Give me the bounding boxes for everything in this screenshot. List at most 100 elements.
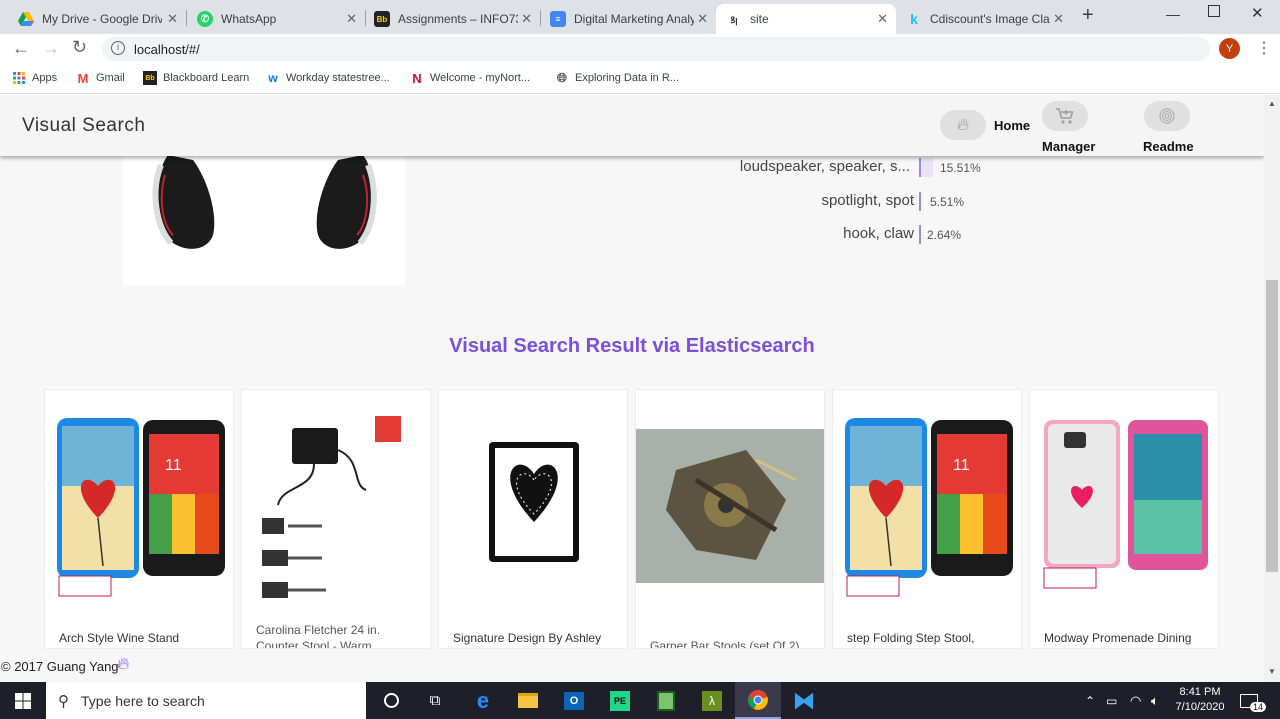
clock-time: 8:41 PM — [1179, 686, 1221, 698]
windows-start-button[interactable] — [0, 682, 46, 719]
back-arrow-icon[interactable]: ← — [12, 38, 30, 59]
tray-chevron-icon[interactable]: ⌃ — [1085, 682, 1095, 719]
tab-cdiscount[interactable]: k Cdiscount's Image Classification ✕ — [896, 4, 1072, 34]
result-image[interactable] — [1030, 390, 1218, 622]
footer-text: © 2017 Guang Yang — [1, 659, 119, 674]
vscode-icon[interactable]: ⧓ — [781, 682, 827, 719]
maximize-button[interactable] — [1208, 5, 1220, 17]
result-caption[interactable]: Garner Bar Stools (set Of 2) — [650, 638, 820, 648]
info-icon[interactable]: i — [111, 41, 125, 55]
pycharm-edu-icon[interactable]: PE — [597, 682, 643, 719]
brand-title[interactable]: Visual Search — [22, 115, 145, 137]
prediction-bar — [919, 225, 921, 244]
readme-label[interactable]: Readme — [1143, 139, 1194, 154]
bookmark-blackboard[interactable]: Bb Blackboard Learn — [143, 71, 249, 85]
tab-whatsapp[interactable]: ✆ WhatsApp ✕ — [187, 4, 365, 34]
home-label[interactable]: Home — [994, 118, 1030, 133]
task-view-icon[interactable]: ⧉ — [412, 682, 458, 719]
reload-icon[interactable]: ↻ — [72, 37, 87, 58]
northeastern-icon: N — [412, 70, 422, 86]
result-caption[interactable]: Modway Promenade Dining — [1044, 630, 1214, 646]
result-image[interactable] — [439, 390, 627, 622]
search-placeholder: Type here to search — [81, 692, 205, 709]
minimize-button[interactable]: — — [1166, 6, 1180, 22]
result-card[interactable]: Carolina Fletcher 24 in. Counter Stool -… — [241, 389, 431, 649]
blackboard-icon: Bb — [143, 71, 157, 85]
menu-dots-icon[interactable]: ⋮ — [1256, 38, 1272, 58]
close-icon[interactable]: ✕ — [167, 11, 178, 27]
address-bar[interactable]: i localhost/#/ — [102, 37, 1210, 61]
bookmark-exploring-data[interactable]: 🌐︎ Exploring Data in R... — [555, 70, 679, 85]
result-image[interactable] — [242, 390, 430, 622]
bookmark-label: Exploring Data in R... — [575, 72, 679, 84]
edge-icon[interactable]: e — [460, 682, 506, 719]
manager-button[interactable] — [1042, 101, 1088, 131]
flame-icon: 🔥︎ — [117, 654, 130, 673]
scroll-up-icon[interactable]: ▲ — [1268, 99, 1276, 108]
close-icon[interactable]: ✕ — [1053, 11, 1064, 27]
scrollbar-thumb[interactable] — [1266, 280, 1278, 572]
result-caption[interactable]: Carolina Fletcher 24 in. Counter Stool -… — [256, 622, 426, 648]
apps-grid-icon — [12, 71, 26, 85]
volume-icon[interactable]: 🔈︎ — [1151, 682, 1159, 719]
workday-icon: w — [268, 71, 278, 85]
result-card[interactable]: 11 Arch Style Wine Stand — [44, 389, 234, 649]
wifi-icon[interactable]: ◠ — [1130, 682, 1141, 719]
close-icon[interactable]: ✕ — [877, 11, 888, 27]
home-button[interactable]: 🔥︎ — [940, 110, 986, 140]
close-icon[interactable]: ✕ — [521, 11, 532, 27]
file-explorer-icon[interactable] — [505, 682, 551, 719]
tab-assignments[interactable]: Bb Assignments – INFO7374 ✕ — [364, 4, 540, 34]
bookmark-gmail[interactable]: M Gmail — [76, 70, 125, 86]
notification-badge: 14 — [1250, 702, 1267, 712]
taskbar-search-box[interactable]: ⚲ Type here to search — [46, 682, 366, 719]
gmail-icon: M — [77, 70, 89, 86]
search-icon: ⚲ — [58, 692, 69, 710]
prediction-value: 15.51% — [940, 161, 981, 175]
cortana-icon — [383, 693, 399, 708]
result-image[interactable] — [636, 390, 824, 622]
tab-site[interactable]: ꝸꞁ site ✕ — [716, 4, 896, 34]
prediction-label: hook, claw — [843, 225, 914, 242]
battery-icon[interactable]: ▭ — [1106, 682, 1117, 719]
bookmark-apps[interactable]: Apps — [12, 71, 57, 85]
result-card[interactable]: Garner Bar Stools (set Of 2) — [635, 389, 825, 649]
result-card[interactable]: Signature Design By Ashley — [438, 389, 628, 649]
window-close-button[interactable]: ✕ — [1251, 4, 1264, 22]
prediction-value: 2.64% — [927, 228, 962, 242]
result-caption[interactable]: Signature Design By Ashley — [453, 630, 623, 646]
readme-button[interactable] — [1144, 101, 1190, 131]
result-card[interactable]: 11 step Folding Step Stool, — [832, 389, 1022, 649]
action-center-button[interactable]: 14 — [1240, 682, 1267, 719]
page-scrollbar[interactable]: ▲ ▼ — [1264, 95, 1280, 682]
result-caption[interactable]: step Folding Step Stool, — [847, 630, 1017, 646]
result-image[interactable]: 11 — [833, 390, 1021, 622]
bookmark-label: Gmail — [96, 72, 125, 84]
kaggle-icon: k — [910, 11, 918, 27]
url-text[interactable]: localhost/#/ — [134, 42, 200, 57]
close-icon[interactable]: ✕ — [346, 11, 357, 27]
notepad-icon[interactable] — [643, 682, 689, 719]
manager-label[interactable]: Manager — [1042, 139, 1095, 154]
profile-avatar[interactable]: Y — [1219, 38, 1240, 59]
prediction-value: 5.51% — [930, 195, 965, 209]
new-tab-button[interactable]: + — [1082, 4, 1094, 27]
tab-google-drive[interactable]: My Drive - Google Drive ✕ — [8, 4, 186, 34]
clock[interactable]: 8:41 PM 7/10/2020 — [1168, 685, 1232, 715]
tab-title: site — [750, 12, 769, 26]
texstudio-icon[interactable]: λ — [689, 682, 735, 719]
close-icon[interactable]: ✕ — [697, 11, 708, 27]
result-card[interactable]: Modway Promenade Dining — [1029, 389, 1219, 649]
tab-digital-marketing[interactable]: ≡ Digital Marketing Analytics ✕ — [540, 4, 716, 34]
result-image[interactable]: 11 — [45, 390, 233, 622]
cortana-button[interactable] — [368, 682, 414, 719]
scroll-down-icon[interactable]: ▼ — [1268, 667, 1276, 676]
outlook-icon[interactable]: O — [551, 682, 597, 719]
windows-logo-icon — [15, 692, 31, 709]
bookmark-workday[interactable]: w Workday statestree... — [266, 71, 389, 85]
chrome-icon[interactable] — [735, 682, 781, 719]
bookmark-mynortheastern[interactable]: N Welcome - myNort... — [410, 70, 530, 86]
forward-arrow-icon[interactable]: → — [42, 38, 60, 59]
result-caption[interactable]: Arch Style Wine Stand — [59, 630, 229, 646]
results-title: Visual Search Result via Elasticsearch — [449, 335, 815, 357]
